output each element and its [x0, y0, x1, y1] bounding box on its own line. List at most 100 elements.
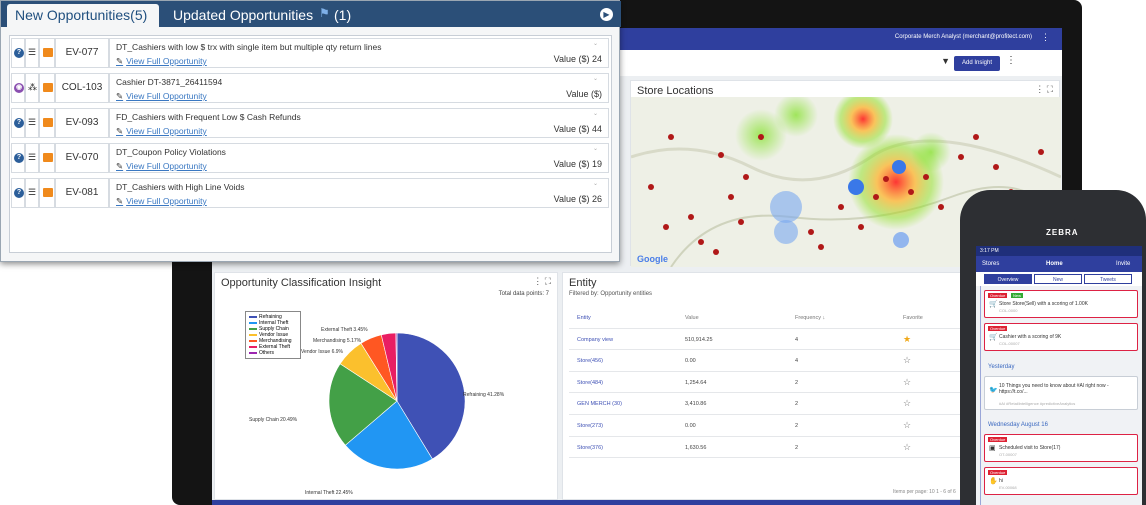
header-frequency[interactable]: Frequency ↓ [795, 315, 825, 321]
overdue-badge: Overdue [988, 437, 1008, 442]
card-sub: EV-00068 [999, 485, 1017, 490]
folder-cell [39, 38, 55, 68]
view-full-opportunity-link[interactable]: ✎ View Full Opportunity [116, 126, 207, 137]
list-item[interactable]: ? ☰ EV-077 DT_Cashiers with low $ trx wi… [11, 36, 610, 70]
opportunity-value: Value ($) 19 [553, 159, 602, 169]
opportunity-main: DT_Coupon Policy Violations ⌄ ✎ View Full… [109, 143, 609, 173]
mobile-nav-home[interactable]: Home [1046, 261, 1063, 267]
list-item[interactable]: ? ☰ EV-093 FD_Cashiers with Frequent Low… [11, 106, 610, 140]
table-pager[interactable]: Items per page: 10 1 - 6 of 6 [893, 489, 956, 495]
folder-cell [39, 108, 55, 138]
overdue-badge: Overdue [988, 326, 1008, 331]
opportunity-title: DT_Cashiers with low $ trx with single i… [116, 42, 382, 52]
favorite-star-icon[interactable]: ☆ [903, 377, 911, 388]
database-icon: ☰ [28, 47, 37, 57]
folder-icon [43, 188, 53, 197]
entity-link[interactable]: Store(456) [577, 358, 603, 364]
next-arrow-icon[interactable]: ▶ [600, 8, 613, 21]
table-row: Store(484) 1,254.64 2 ☆ [569, 372, 989, 394]
link-label: View Full Opportunity [126, 126, 207, 136]
mobile-card[interactable]: Overdue 🛒 Cashier with a scoring of 9K C… [984, 323, 1138, 351]
overdue-badge: Overdue [988, 470, 1008, 475]
more-icon[interactable]: ⋮ [1041, 32, 1050, 43]
favorite-star-icon[interactable]: ☆ [903, 420, 911, 431]
mobile-tab-new[interactable]: New [1034, 274, 1082, 284]
entity-value: 0.00 [685, 358, 696, 365]
favorite-star-icon[interactable]: ★ [903, 334, 911, 345]
entity-link[interactable]: Store(376) [577, 445, 603, 451]
tab-new-opportunities[interactable]: New Opportunities(5) [7, 4, 159, 27]
cart-icon: 🛒 [989, 334, 998, 341]
favorite-star-icon[interactable]: ☆ [903, 442, 911, 453]
card-text: hi [999, 478, 1003, 484]
favorite-star-icon[interactable]: ☆ [903, 355, 911, 366]
mobile-tab-overview[interactable]: Overview [984, 274, 1032, 284]
opportunity-main: DT_Cashiers with High Line Voids ⌄ ✎ View… [109, 178, 609, 208]
view-full-opportunity-link[interactable]: ✎ View Full Opportunity [116, 161, 207, 172]
card-text: Store Store(Sell) with a scoring of 1.00… [999, 301, 1088, 307]
view-full-opportunity-link[interactable]: ✎ View Full Opportunity [116, 56, 207, 67]
list-item[interactable]: ? ☰ EV-081 DT_Cashiers with High Line Vo… [11, 176, 610, 210]
entity-link[interactable]: Store(273) [577, 423, 603, 429]
opportunity-main: Cashier DT-3871_26411594 ⌄ ✎ View Full Op… [109, 73, 609, 103]
link-label: View Full Opportunity [126, 161, 207, 171]
mobile-device: ZEBRA 3:17 PM Stores Home Invite Overvie… [960, 190, 1146, 505]
entity-link[interactable]: Company view [577, 337, 613, 343]
mobile-nav-stores[interactable]: Stores [982, 261, 999, 267]
folder-icon [43, 118, 53, 127]
opportunity-title: FD_Cashiers with Frequent Low $ Cash Ref… [116, 112, 301, 122]
mobile-card[interactable]: 🐦 10 Things you need to know about #Al r… [984, 376, 1138, 410]
view-full-opportunity-link[interactable]: ✎ View Full Opportunity [116, 196, 207, 207]
entity-frequency: 4 [795, 358, 799, 365]
opportunities-list: ? ☰ EV-077 DT_Cashiers with low $ trx wi… [9, 35, 612, 253]
type-cell: ☰ [25, 38, 39, 68]
list-item[interactable]: ? ☰ EV-070 DT_Coupon Policy Violations ⌄… [11, 141, 610, 175]
opportunity-title: DT_Cashiers with High Line Voids [116, 182, 245, 192]
expand-caret-icon[interactable]: ⌄ [593, 75, 598, 82]
mobile-card[interactable]: Overdue New 🛒 Store Store(Sell) with a s… [984, 290, 1138, 318]
user-label[interactable]: Corporate Merch Analyst (merchant@profit… [895, 34, 1032, 40]
expand-caret-icon[interactable]: ⌄ [593, 180, 598, 187]
view-full-opportunity-link[interactable]: ✎ View Full Opportunity [116, 91, 207, 102]
entity-table-header: Entity Value Frequency ↓ Favorite [569, 307, 989, 329]
classification-panel: Opportunity Classification Insight ⋮ ⛶ T… [214, 272, 558, 500]
mobile-card[interactable]: Overdue ✋ hi EV-00068 [984, 467, 1138, 495]
opportunity-id: EV-077 [55, 38, 109, 68]
table-row: Company view 510,914.25 4 ★ [569, 329, 989, 351]
pie-data-label: Refraining 41.28% [463, 392, 505, 398]
question-icon: ? [14, 118, 24, 128]
header-value[interactable]: Value [685, 315, 699, 321]
cart-icon: 🛒 [989, 301, 998, 308]
table-row: GEN MERCH (30) 3,410.86 2 ☆ [569, 393, 989, 415]
mobile-nav-invite[interactable]: Invite [1116, 261, 1130, 267]
header-favorite[interactable]: Favorite [903, 315, 923, 321]
favorite-star-icon[interactable]: ☆ [903, 398, 911, 409]
add-insight-button[interactable]: Add Insight [954, 56, 1000, 71]
opportunity-id: EV-070 [55, 143, 109, 173]
expand-caret-icon[interactable]: ⌄ [593, 40, 598, 47]
expand-caret-icon[interactable]: ⌄ [593, 145, 598, 152]
entity-value: 510,914.25 [685, 336, 713, 343]
list-item[interactable]: ◉ ⁂ COL-103 Cashier DT-3871_26411594 ⌄ ✎… [11, 71, 610, 105]
type-cell: ☰ [25, 143, 39, 173]
tab-updated-opportunities[interactable]: Updated Opportunities [173, 4, 313, 27]
entity-frequency: 2 [795, 379, 799, 386]
map-panel-menu-icon[interactable]: ⋮ ⛶ [1035, 84, 1053, 95]
status-cell: ? [11, 38, 25, 68]
header-entity[interactable]: Entity [577, 315, 591, 321]
toolbar-more-icon[interactable]: ⋮ [1006, 55, 1016, 66]
entity-link[interactable]: GEN MERCH (30) [577, 401, 622, 407]
entity-frequency: 2 [795, 444, 799, 451]
entity-link[interactable]: Store(484) [577, 380, 603, 386]
filter-icon[interactable]: ▼ [941, 56, 950, 66]
link-label: View Full Opportunity [126, 196, 207, 206]
table-row: Store(376) 1,630.56 2 ☆ [569, 437, 989, 459]
status-cell: ? [11, 178, 25, 208]
opportunity-id: EV-081 [55, 178, 109, 208]
card-sub: COL-00007 [999, 341, 1020, 346]
mobile-card[interactable]: Overdue ▣ Scheduled visit to Store(17) O… [984, 434, 1138, 462]
timeline-line [980, 286, 981, 505]
mobile-tab-tweets[interactable]: Tweets [1084, 274, 1132, 284]
expand-caret-icon[interactable]: ⌄ [593, 110, 598, 117]
pie-data-label: Merchandising 5.17% [313, 338, 362, 344]
